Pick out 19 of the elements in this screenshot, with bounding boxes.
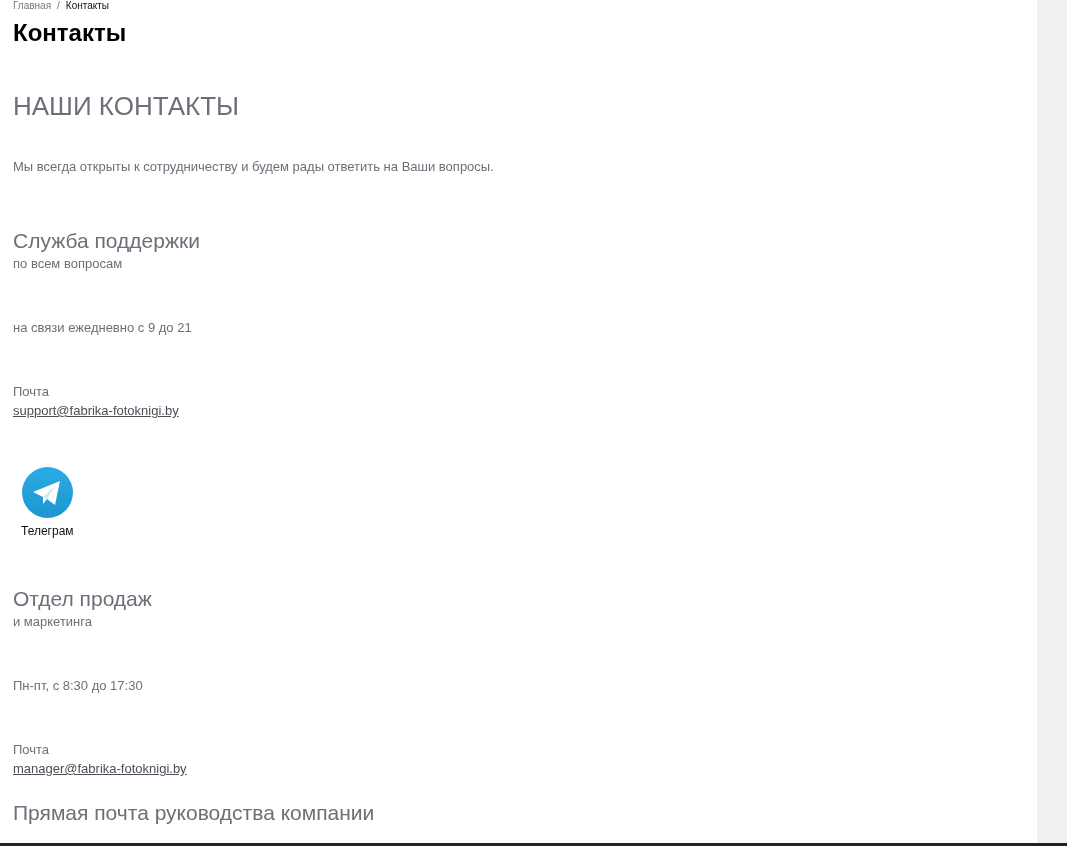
contacts-heading: НАШИ КОНТАКТЫ — [13, 90, 240, 122]
breadcrumb-item: Контакты — [65, 0, 110, 12]
working-hours: Пн-пт, с 8:30 до 17:30 — [13, 677, 143, 695]
email-link[interactable]: manager@fabrika-fotoknigi.by — [13, 760, 187, 778]
page-title: Контакты — [13, 18, 127, 48]
section-subtitle: по всем вопросам — [13, 255, 123, 273]
email-link[interactable]: support@fabrika-fotoknigi.by — [13, 402, 179, 420]
paper-plane-icon — [21, 467, 73, 518]
section-title: Отдел продаж — [13, 586, 152, 612]
email-label: Почта — [13, 383, 50, 401]
section-title: Служба поддержки — [13, 228, 200, 254]
intro-text: Мы всегда открыты к сотрудничеству и будем рады ответить на Ваши вопросы. — [13, 158, 494, 176]
breadcrumb-item[interactable]: Главная — [13, 0, 52, 12]
breadcrumb-item[interactable]: / — [57, 0, 60, 12]
section-subtitle: и маркетинга — [13, 613, 92, 631]
section-title: Прямая почта руководства компании — [13, 800, 375, 826]
email-label: Почта — [13, 741, 50, 759]
working-hours: на связи ежедневно с 9 до 21 — [13, 319, 192, 337]
messenger-link[interactable]: Телеграм — [21, 467, 74, 538]
